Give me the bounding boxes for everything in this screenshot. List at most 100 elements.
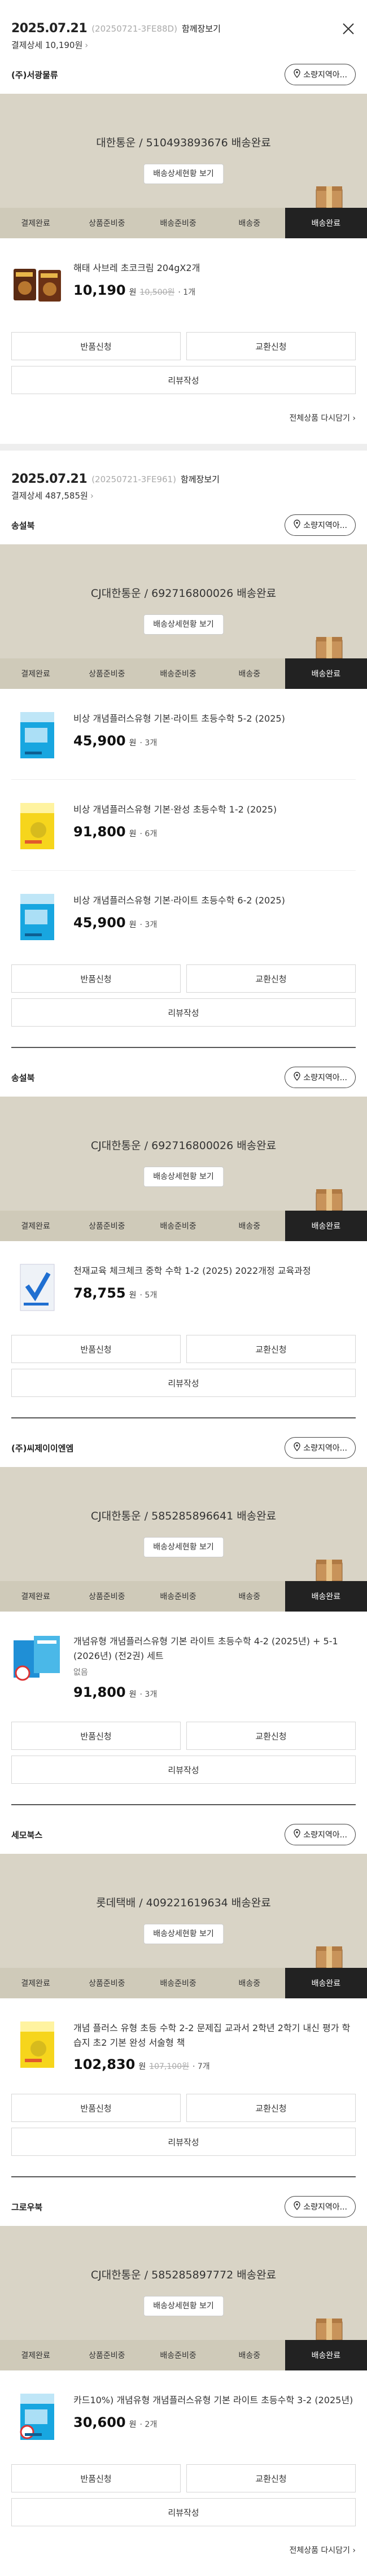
payment-total: 결제상세 487,585원 bbox=[11, 491, 88, 501]
seller-group: 세모북스 소량지역아... 롯데택배 / 409221619634 배송완료배송상세… bbox=[0, 1822, 367, 2156]
product-name[interactable]: 해태 사브레 초코크림 204gX2개 bbox=[73, 261, 356, 276]
product-list: 해태 사브레 초코크림 204gX2개 10,190 원 10,500원 · 1개 bbox=[11, 238, 356, 329]
product-price: 10,190 bbox=[73, 282, 126, 298]
return-request-button[interactable]: 반품신청 bbox=[11, 1722, 181, 1750]
box-icon bbox=[314, 634, 344, 660]
product-thumbnail[interactable] bbox=[11, 1632, 63, 1684]
product-name[interactable]: 천재교육 체크체크 중학 수학 1-2 (2025) 2022개정 교육과정 bbox=[73, 1264, 356, 1278]
product-thumbnail[interactable] bbox=[11, 2019, 63, 2071]
original-price: 107,100원 bbox=[149, 2062, 189, 2072]
product-item[interactable]: 개념 플러스 유형 초등 수학 2-2 문제집 교과서 2학년 2학기 내신 평… bbox=[11, 1998, 356, 2090]
return-request-button[interactable]: 반품신청 bbox=[11, 1335, 181, 1363]
product-name[interactable]: 비상 개념플러스유형 기본·라이트 초등수학 6-2 (2025) bbox=[73, 893, 356, 908]
product-item[interactable]: 개념유형 개념플러스유형 기본 라이트 초등수학 4-2 (2025년) + 5… bbox=[11, 1612, 356, 1718]
exchange-request-button[interactable]: 교환신청 bbox=[186, 2094, 356, 2123]
product-thumbnail[interactable] bbox=[11, 800, 63, 852]
seller-row: (주)씨제이이엔엠 소량지역아... bbox=[11, 1435, 356, 1460]
shipping-status-panel: CJ대한통운 / 692716800026 배송완료 배송상세현황 보기 결제완료 상… bbox=[0, 1097, 367, 1241]
shipping-detail-button[interactable]: 배송상세현황 보기 bbox=[143, 164, 224, 184]
order-section: 2025.07.21 (20250721-3FE88D) 함께장보기결제상세 10,… bbox=[0, 0, 367, 444]
location-pin-icon bbox=[293, 1442, 301, 1453]
product-name[interactable]: 개념 플러스 유형 초등 수학 2-2 문제집 교과서 2학년 2학기 내신 평… bbox=[73, 2021, 356, 2050]
write-review-button[interactable]: 리뷰작성 bbox=[11, 998, 356, 1027]
shipping-detail-button[interactable]: 배송상세현황 보기 bbox=[143, 614, 224, 635]
delivery-step: 배송중 bbox=[238, 2351, 261, 2361]
write-review-button[interactable]: 리뷰작성 bbox=[11, 2128, 356, 2156]
shop-together-link[interactable]: 함께장보기 bbox=[182, 23, 221, 34]
product-item[interactable]: 비상 개념플러스유형 기본·라이트 초등수학 6-2 (2025) 45,900 원… bbox=[11, 871, 356, 961]
delivery-step: 배송중 bbox=[238, 1592, 261, 1601]
seller-row: (주)서광물류 소량지역아... bbox=[11, 62, 356, 87]
delivery-step: 결제완료 bbox=[21, 219, 50, 228]
product-thumbnail[interactable] bbox=[11, 709, 63, 761]
delivery-steps: 결제완료 상품준비중 배송준비중 배송중 배송완료 bbox=[0, 1581, 367, 1612]
product-item[interactable]: 비상 개념플러스유형 기본·완성 초등수학 1-2 (2025) 91,800 원 ·… bbox=[11, 780, 356, 871]
store-location-button[interactable]: 소량지역아... bbox=[285, 514, 356, 536]
price-unit: 원 bbox=[129, 738, 137, 748]
product-item[interactable]: 해태 사브레 초코크림 204gX2개 10,190 원 10,500원 · 1개 bbox=[11, 238, 356, 329]
product-price: 30,600 bbox=[73, 2414, 126, 2430]
product-thumbnail[interactable] bbox=[11, 891, 63, 943]
exchange-request-button[interactable]: 교환신청 bbox=[186, 1722, 356, 1750]
write-review-button[interactable]: 리뷰작성 bbox=[11, 2498, 356, 2527]
store-location-button[interactable]: 소량지역아... bbox=[285, 64, 356, 85]
exchange-request-button[interactable]: 교환신청 bbox=[186, 1335, 356, 1363]
payment-detail-link[interactable]: 결제상세 10,190원 › bbox=[11, 39, 356, 51]
product-name[interactable]: 비상 개념플러스유형 기본·완성 초등수학 1-2 (2025) bbox=[73, 802, 356, 817]
order-number: (20250721-3FE961) bbox=[91, 474, 176, 484]
delivery-steps: 결제완료 상품준비중 배송준비중 배송중 배송완료 bbox=[0, 1968, 367, 1999]
seller-group: 송설북 소량지역아... CJ대한통운 / 692716800026 배송완료 배송상… bbox=[0, 1065, 367, 1397]
product-item[interactable]: 카드10%) 개념유형 개념플러스유형 기본 라이트 초등수학 3-2 (202… bbox=[11, 2370, 356, 2461]
product-info: 비상 개념플러스유형 기본·라이트 초등수학 6-2 (2025) 45,900 원… bbox=[73, 891, 356, 943]
store-location-button[interactable]: 소량지역아... bbox=[285, 1067, 356, 1088]
product-item[interactable]: 천재교육 체크체크 중학 수학 1-2 (2025) 2022개정 교육과정 78… bbox=[11, 1241, 356, 1331]
group-separator bbox=[11, 1417, 356, 1418]
write-review-button[interactable]: 리뷰작성 bbox=[11, 366, 356, 394]
action-buttons: 반품신청 교환신청리뷰작성 bbox=[11, 1722, 356, 1784]
shipping-status-text: CJ대한통운 / 692716800026 배송완료 bbox=[90, 1139, 277, 1152]
shipping-detail-button[interactable]: 배송상세현황 보기 bbox=[143, 1537, 224, 1557]
product-thumbnail[interactable] bbox=[11, 1261, 63, 1313]
product-thumbnail[interactable] bbox=[11, 259, 63, 311]
shipping-detail-button[interactable]: 배송상세현황 보기 bbox=[143, 1924, 224, 1945]
shipping-detail-button[interactable]: 배송상세현황 보기 bbox=[143, 1167, 224, 1187]
close-icon[interactable] bbox=[341, 21, 356, 36]
location-pin-icon bbox=[293, 69, 301, 80]
product-quantity: · 2개 bbox=[139, 2420, 158, 2429]
product-name[interactable]: 개념유형 개념플러스유형 기본 라이트 초등수학 4-2 (2025년) + 5… bbox=[73, 1634, 356, 1663]
product-info: 비상 개념플러스유형 기본·라이트 초등수학 5-2 (2025) 45,900 원… bbox=[73, 709, 356, 761]
store-location-button[interactable]: 소량지역아... bbox=[285, 1437, 356, 1459]
store-location-button[interactable]: 소량지역아... bbox=[285, 2196, 356, 2218]
delivery-step: 결제완료 bbox=[21, 1979, 50, 1989]
product-list: 천재교육 체크체크 중학 수학 1-2 (2025) 2022개정 교육과정 78… bbox=[11, 1241, 356, 1331]
seller-name: 세모북스 bbox=[11, 1830, 43, 1840]
price-row: 102,830 원 107,100원 · 7개 bbox=[73, 2057, 356, 2072]
reorder-all-link[interactable]: 전체상품 다시담기 › bbox=[11, 394, 356, 444]
delivery-step: 상품준비중 bbox=[89, 219, 125, 228]
product-price: 102,830 bbox=[73, 2057, 136, 2073]
shipping-status-text: 롯데택배 / 409221619634 배송완료 bbox=[96, 1897, 271, 1910]
delivery-step: 배송완료 bbox=[285, 1211, 367, 1241]
exchange-request-button[interactable]: 교환신청 bbox=[186, 2464, 356, 2493]
delivery-step: 배송완료 bbox=[285, 2340, 367, 2371]
return-request-button[interactable]: 반품신청 bbox=[11, 332, 181, 360]
seller-row: 그로우북 소량지역아... bbox=[11, 2194, 356, 2219]
action-buttons: 반품신청 교환신청리뷰작성 bbox=[11, 2464, 356, 2527]
reorder-all-link[interactable]: 전체상품 다시담기 › bbox=[11, 2526, 356, 2576]
payment-detail-link[interactable]: 결제상세 487,585원 › bbox=[11, 490, 356, 501]
shipping-detail-button[interactable]: 배송상세현황 보기 bbox=[143, 2296, 224, 2317]
write-review-button[interactable]: 리뷰작성 bbox=[11, 1756, 356, 1784]
exchange-request-button[interactable]: 교환신청 bbox=[186, 332, 356, 360]
product-thumbnail[interactable] bbox=[11, 2391, 63, 2443]
write-review-button[interactable]: 리뷰작성 bbox=[11, 1369, 356, 1397]
product-item[interactable]: 비상 개념플러스유형 기본·라이트 초등수학 5-2 (2025) 45,900 원… bbox=[11, 689, 356, 780]
product-name[interactable]: 비상 개념플러스유형 기본·라이트 초등수학 5-2 (2025) bbox=[73, 711, 356, 726]
return-request-button[interactable]: 반품신청 bbox=[11, 2464, 181, 2493]
exchange-request-button[interactable]: 교환신청 bbox=[186, 964, 356, 993]
store-location-button[interactable]: 소량지역아... bbox=[285, 1824, 356, 1846]
return-request-button[interactable]: 반품신청 bbox=[11, 2094, 181, 2123]
return-request-button[interactable]: 반품신청 bbox=[11, 964, 181, 993]
product-name[interactable]: 카드10%) 개념유형 개념플러스유형 기본 라이트 초등수학 3-2 (202… bbox=[73, 2393, 356, 2408]
order-title: 2025.07.21 (20250721-3FE88D) 함께장보기 bbox=[11, 21, 356, 36]
shop-together-link[interactable]: 함께장보기 bbox=[181, 473, 220, 485]
